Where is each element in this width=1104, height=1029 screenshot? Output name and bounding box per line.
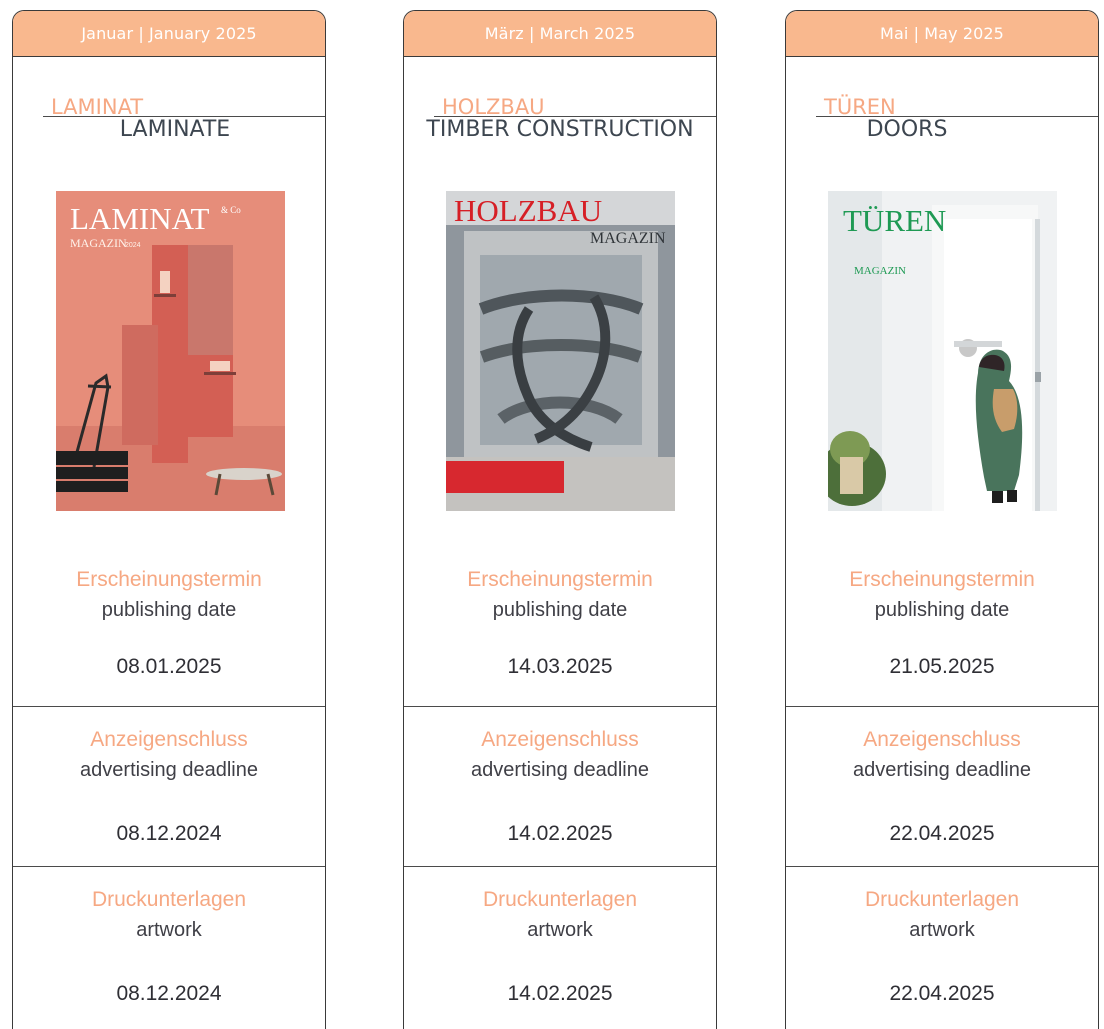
issue-card-march: März | March 2025 HOLZBAU TIMBER CONSTRU… — [403, 10, 717, 1029]
section-divider — [786, 706, 1098, 707]
artwork-section: Druckunterlagen artwork 22.04.2025 — [786, 887, 1098, 1007]
month-tab: März | March 2025 — [404, 11, 716, 57]
advertising-label-english: advertising deadline — [80, 759, 258, 781]
artwork-label-german: Druckunterlagen — [864, 888, 1020, 911]
laminat-cover-illustration: LAMINAT & Co MAGAZIN 2024 — [56, 191, 285, 511]
magazine-cover-image: TÜREN MAGAZIN — [828, 191, 1057, 511]
issue-title-block: HOLZBAU TIMBER CONSTRUCTION — [404, 95, 716, 147]
artwork-deadline: 08.12.2024 — [116, 982, 222, 1005]
cover-subtitle: MAGAZIN — [854, 265, 906, 277]
artwork-section: Druckunterlagen artwork 14.02.2025 — [404, 887, 716, 1007]
cover-title: TÜREN — [843, 203, 946, 238]
tueren-cover-illustration: TÜREN MAGAZIN — [828, 191, 1057, 511]
artwork-label-english: artwork — [909, 919, 975, 941]
advertising-deadline-section: Anzeigenschluss advertising deadline 08.… — [13, 727, 325, 847]
cover-subtitle: MAGAZIN — [590, 230, 666, 247]
publishing-label-english: publishing date — [874, 599, 1010, 621]
publishing-label-german: Erscheinungstermin — [76, 568, 262, 591]
artwork-label-english: artwork — [527, 919, 593, 941]
section-divider — [404, 706, 716, 707]
publishing-date: 21.05.2025 — [889, 655, 995, 678]
artwork-deadline: 14.02.2025 — [507, 982, 613, 1005]
advertising-label-english: advertising deadline — [853, 759, 1031, 781]
issue-title-english: LAMINATE — [119, 117, 231, 142]
issue-card-january: Januar | January 2025 LAMINAT LAMINATE L… — [12, 10, 326, 1029]
issue-title-block: LAMINAT LAMINATE — [13, 95, 325, 147]
magazine-cover-image: LAMINAT & Co MAGAZIN 2024 — [56, 191, 285, 511]
advertising-label-german: Anzeigenschluss — [90, 728, 248, 751]
editorial-calendar-page: Januar | January 2025 LAMINAT LAMINATE L… — [0, 0, 1104, 1029]
holzbau-cover-illustration: HOLZBAU MAGAZIN — [446, 191, 675, 511]
issue-card-may: Mai | May 2025 TÜREN DOORS TÜREN MAGAZIN… — [785, 10, 1099, 1029]
month-tab: Januar | January 2025 — [13, 11, 325, 57]
publishing-date-section: Erscheinungstermin publishing date 14.03… — [404, 567, 716, 680]
advertising-label-german: Anzeigenschluss — [481, 728, 639, 751]
cover-tagline: & Co — [221, 205, 241, 215]
cover-year: 2024 — [125, 242, 141, 249]
publishing-date: 08.01.2025 — [116, 655, 222, 678]
cover-title: LAMINAT — [70, 201, 210, 236]
section-divider — [404, 866, 716, 867]
advertising-label-english: advertising deadline — [471, 759, 649, 781]
artwork-label-german: Druckunterlagen — [91, 888, 247, 911]
advertising-deadline: 22.04.2025 — [889, 822, 995, 845]
advertising-deadline: 08.12.2024 — [116, 822, 222, 845]
artwork-deadline: 22.04.2025 — [889, 982, 995, 1005]
advertising-deadline: 14.02.2025 — [507, 822, 613, 845]
publishing-date: 14.03.2025 — [507, 655, 613, 678]
publishing-date-section: Erscheinungstermin publishing date 21.05… — [786, 567, 1098, 680]
artwork-label-english: artwork — [136, 919, 202, 941]
advertising-deadline-section: Anzeigenschluss advertising deadline 22.… — [786, 727, 1098, 847]
advertising-label-german: Anzeigenschluss — [863, 728, 1021, 751]
publishing-label-english: publishing date — [492, 599, 628, 621]
artwork-section: Druckunterlagen artwork 08.12.2024 — [13, 887, 325, 1007]
section-divider — [13, 706, 325, 707]
magazine-cover-image: HOLZBAU MAGAZIN — [446, 191, 675, 511]
issue-title-block: TÜREN DOORS — [786, 95, 1098, 147]
section-divider — [786, 866, 1098, 867]
month-tab: Mai | May 2025 — [786, 11, 1098, 57]
artwork-label-german: Druckunterlagen — [482, 888, 638, 911]
section-divider — [13, 866, 325, 867]
publishing-label-german: Erscheinungstermin — [849, 568, 1035, 591]
issue-title-english: DOORS — [866, 117, 948, 142]
publishing-date-section: Erscheinungstermin publishing date 08.01… — [13, 567, 325, 680]
issue-title-english: TIMBER CONSTRUCTION — [426, 117, 694, 142]
publishing-label-english: publishing date — [101, 599, 237, 621]
cover-title: HOLZBAU — [454, 193, 602, 228]
cover-subtitle: MAGAZIN — [70, 236, 127, 250]
advertising-deadline-section: Anzeigenschluss advertising deadline 14.… — [404, 727, 716, 847]
publishing-label-german: Erscheinungstermin — [467, 568, 653, 591]
